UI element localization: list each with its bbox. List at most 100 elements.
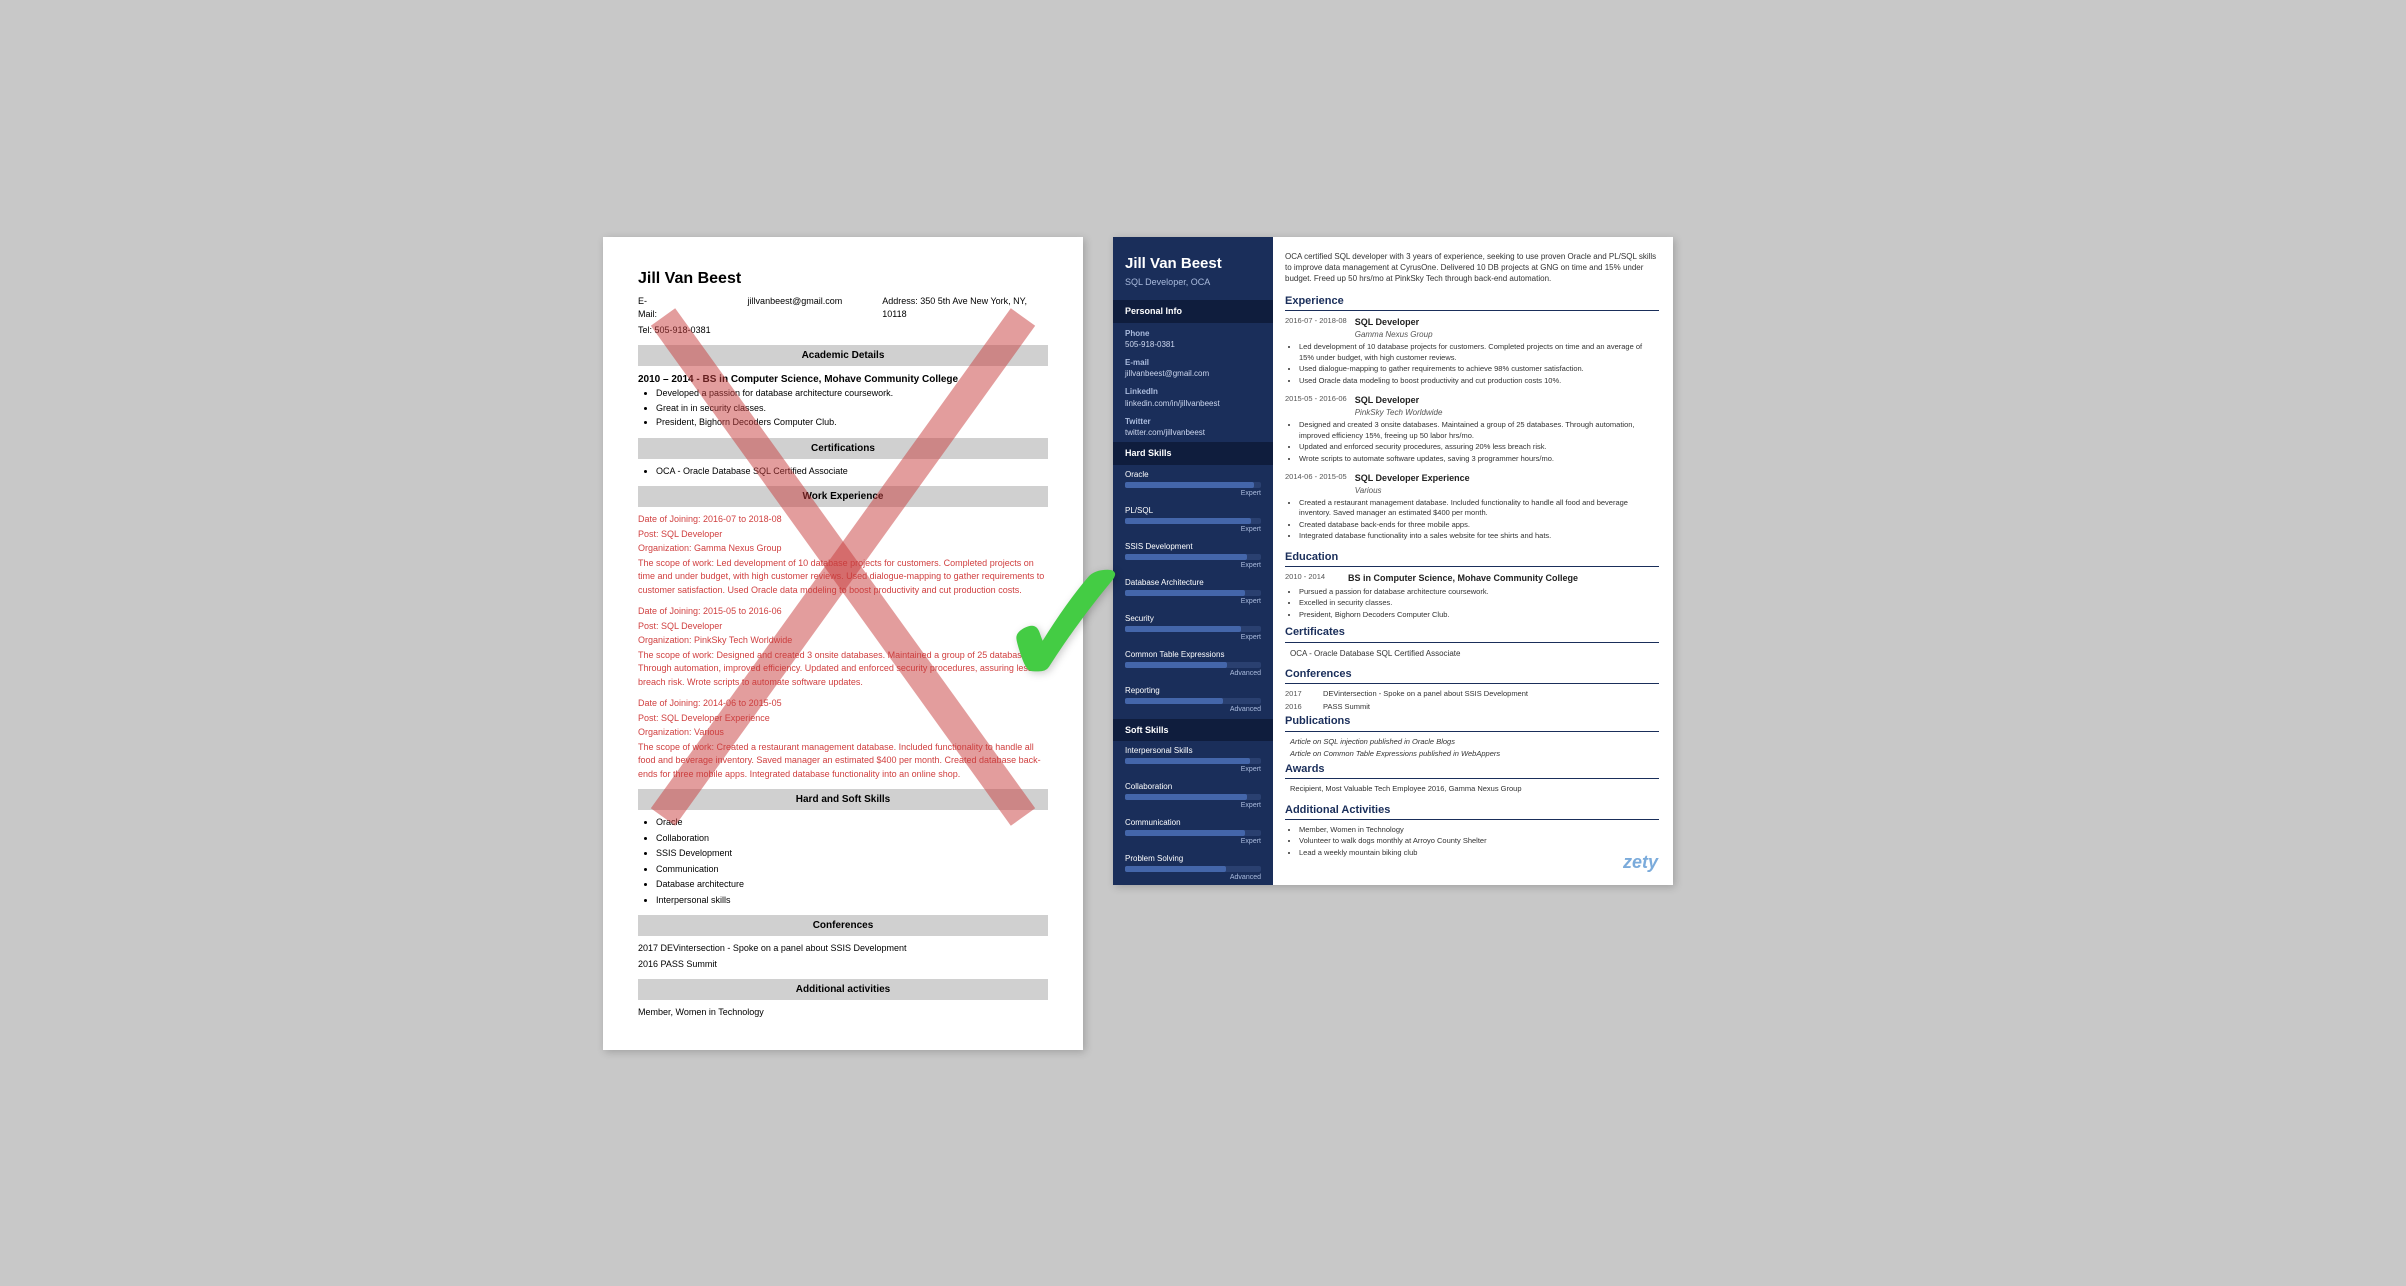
skill-bar-bg bbox=[1125, 626, 1261, 632]
skill-bar-bg bbox=[1125, 866, 1261, 872]
exp-dates: 2016-07 - 2018-08 bbox=[1285, 316, 1347, 327]
conf-text: PASS Summit bbox=[1323, 702, 1370, 713]
list-item: Designed and created 3 onsite databases.… bbox=[1299, 420, 1659, 441]
list-item: Communication bbox=[656, 863, 1048, 877]
list-item: Database architecture bbox=[656, 878, 1048, 892]
skill-bar-bg bbox=[1125, 698, 1261, 704]
exp-entry: 2016-07 - 2018-08 SQL Developer Gamma Ne… bbox=[1285, 316, 1659, 386]
skill-bar-item: SSIS Development Expert bbox=[1113, 537, 1273, 573]
conf-year: 2016 bbox=[1285, 702, 1315, 713]
exp-entries: 2016-07 - 2018-08 SQL Developer Gamma Ne… bbox=[1285, 316, 1659, 541]
edu-right-dates: 2010 - 2014 bbox=[1285, 572, 1340, 585]
exp-bullets: Led development of 10 database projects … bbox=[1285, 342, 1659, 386]
work-entry-1: Date of Joining: 2016-07 to 2018-08 Post… bbox=[638, 513, 1048, 597]
skill-level: Expert bbox=[1125, 489, 1261, 499]
left-email: jillvanbeest@gmail.com bbox=[748, 295, 843, 322]
skill-bar-fill bbox=[1125, 626, 1241, 632]
skill-name: Problem Solving bbox=[1125, 853, 1261, 864]
conf-right-entry: 2017 DEVintersection - Spoke on a panel … bbox=[1285, 689, 1659, 700]
page-container: Jill Van Beest E-Mail: jillvanbeest@gmai… bbox=[603, 237, 1803, 1050]
cert-header: Certifications bbox=[638, 438, 1048, 459]
tel-line: Tel: 505-918-0381 bbox=[638, 324, 1048, 338]
exp-dates: 2015-05 - 2016-06 bbox=[1285, 394, 1347, 405]
skill-bar-fill bbox=[1125, 482, 1254, 488]
conf-text: DEVintersection - Spoke on a panel about… bbox=[1323, 689, 1528, 700]
pub-entry: Article on SQL injection published in Or… bbox=[1285, 737, 1659, 748]
skill-bar-item: Reporting Advanced bbox=[1113, 681, 1273, 717]
address-label: Address: bbox=[882, 296, 918, 306]
skill-level: Expert bbox=[1125, 765, 1261, 775]
conf-right-entry: 2016 PASS Summit bbox=[1285, 702, 1659, 713]
list-item: Developed a passion for database archite… bbox=[656, 387, 1048, 401]
sidebar-header: Jill Van Beest SQL Developer, OCA bbox=[1113, 237, 1273, 299]
email-label: E-Mail: bbox=[638, 295, 665, 322]
linkedin-item: LinkedIn linkedin.com/in/jillvanbeest bbox=[1113, 381, 1273, 410]
exp-company: Gamma Nexus Group bbox=[1355, 329, 1433, 340]
hard-skills-bars: Oracle Expert PL/SQL Expert SSIS Develop… bbox=[1113, 465, 1273, 717]
exp-section-title: Experience bbox=[1285, 294, 1659, 311]
edu-bullets: Developed a passion for database archite… bbox=[638, 387, 1048, 430]
edu-right-bullets: Pursued a passion for database architect… bbox=[1285, 587, 1659, 621]
exp-title: SQL Developer bbox=[1355, 316, 1433, 329]
awards-text: Recipient, Most Valuable Tech Employee 2… bbox=[1285, 784, 1659, 795]
list-item: Interpersonal skills bbox=[656, 894, 1048, 908]
skills-list: Oracle Collaboration SSIS Development Co… bbox=[638, 816, 1048, 907]
skill-name: PL/SQL bbox=[1125, 505, 1261, 516]
exp-title: SQL Developer bbox=[1355, 394, 1443, 407]
skill-level: Expert bbox=[1125, 525, 1261, 535]
left-tel: 505-918-0381 bbox=[655, 325, 711, 335]
skill-name: Common Table Expressions bbox=[1125, 649, 1261, 660]
conf-entry-2: 2016 PASS Summit bbox=[638, 958, 1048, 972]
skill-name: Interpersonal Skills bbox=[1125, 745, 1261, 756]
skill-level: Expert bbox=[1125, 633, 1261, 643]
pub-entry: Article on Common Table Expressions publ… bbox=[1285, 749, 1659, 760]
addact-right-list: Member, Women in TechnologyVolunteer to … bbox=[1285, 825, 1659, 859]
soft-skills-header: Soft Skills bbox=[1113, 719, 1273, 742]
skill-bar-bg bbox=[1125, 518, 1261, 524]
exp-bullets: Created a restaurant management database… bbox=[1285, 498, 1659, 542]
exp-title: SQL Developer Experience bbox=[1355, 472, 1470, 485]
academic-header: Academic Details bbox=[638, 345, 1048, 366]
main-content: OCA certified SQL developer with 3 years… bbox=[1273, 237, 1673, 886]
skill-name: Database Architecture bbox=[1125, 577, 1261, 588]
skill-level: Expert bbox=[1125, 597, 1261, 607]
list-item: Created database back-ends for three mob… bbox=[1299, 520, 1659, 531]
list-item: President, Bighorn Decoders Computer Clu… bbox=[656, 416, 1048, 430]
skill-bar-fill bbox=[1125, 866, 1226, 872]
work-header: Work Experience bbox=[638, 486, 1048, 507]
skill-bar-fill bbox=[1125, 662, 1227, 668]
list-item: Led development of 10 database projects … bbox=[1299, 342, 1659, 363]
right-title: SQL Developer, OCA bbox=[1125, 276, 1261, 289]
awards-section-title: Awards bbox=[1285, 762, 1659, 779]
work-entry-2: Date of Joining: 2015-05 to 2016-06 Post… bbox=[638, 605, 1048, 689]
skill-bar-bg bbox=[1125, 794, 1261, 800]
left-resume-wrapper: Jill Van Beest E-Mail: jillvanbeest@gmai… bbox=[603, 237, 1083, 1050]
list-item: Excelled in security classes. bbox=[1299, 598, 1659, 609]
skill-name: Oracle bbox=[1125, 469, 1261, 480]
skill-bar-fill bbox=[1125, 830, 1245, 836]
skill-bar-item: Communication Expert bbox=[1113, 813, 1273, 849]
skill-bar-bg bbox=[1125, 590, 1261, 596]
exp-bullets: Designed and created 3 onsite databases.… bbox=[1285, 420, 1659, 464]
right-resume: Jill Van Beest SQL Developer, OCA Person… bbox=[1113, 237, 1673, 886]
edu-right-entry: 2010 - 2014 BS in Computer Science, Moha… bbox=[1285, 572, 1659, 620]
skill-level: Advanced bbox=[1125, 873, 1261, 883]
list-item: Updated and enforced security procedures… bbox=[1299, 442, 1659, 453]
edu-section-title: Education bbox=[1285, 550, 1659, 567]
skill-name: Collaboration bbox=[1125, 781, 1261, 792]
skill-bar-item: Security Expert bbox=[1113, 609, 1273, 645]
exp-entry: 2015-05 - 2016-06 SQL Developer PinkSky … bbox=[1285, 394, 1659, 464]
edu-degree: 2010 – 2014 - BS in Computer Science, Mo… bbox=[638, 372, 1048, 387]
skill-bar-fill bbox=[1125, 794, 1247, 800]
skill-bar-fill bbox=[1125, 518, 1251, 524]
list-item: Used dialogue-mapping to gather requirem… bbox=[1299, 364, 1659, 375]
pub-section-title: Publications bbox=[1285, 714, 1659, 731]
soft-skills-bars: Interpersonal Skills Expert Collaboratio… bbox=[1113, 741, 1273, 885]
exp-company: Various bbox=[1355, 485, 1470, 496]
skill-bar-fill bbox=[1125, 758, 1250, 764]
list-item: Great in in security classes. bbox=[656, 402, 1048, 416]
conf-header: Conferences bbox=[638, 915, 1048, 936]
skill-bar-fill bbox=[1125, 554, 1247, 560]
skill-bar-bg bbox=[1125, 758, 1261, 764]
personal-info-header: Personal Info bbox=[1113, 300, 1273, 323]
